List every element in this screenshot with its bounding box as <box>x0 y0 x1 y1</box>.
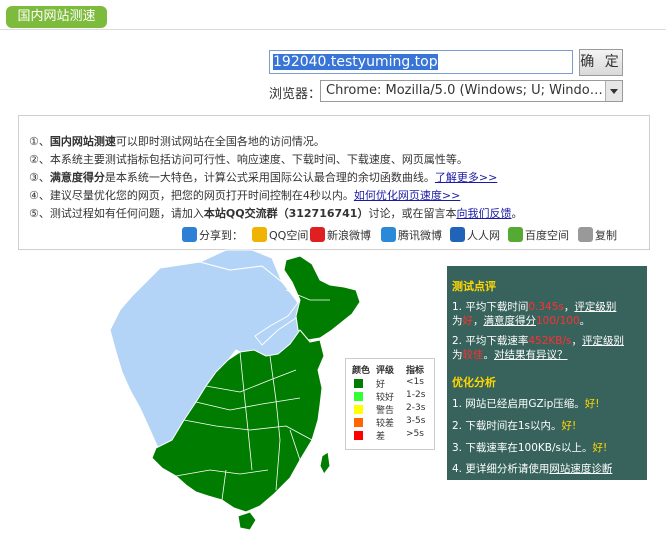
legend-index: <1s <box>406 377 424 387</box>
review-text: 为 <box>452 315 463 327</box>
review-text: 1. 平均下载时间 <box>452 301 529 313</box>
analysis-text: 3. 下载速率在100KB/s以上。 <box>452 442 593 454</box>
review-text: ， <box>563 301 575 313</box>
analysis-line-2: 2. 下载时间在1s以内。好! <box>452 419 576 433</box>
rate-rating-value: 较佳 <box>462 349 484 361</box>
download-time-value: 0.345s <box>528 301 564 313</box>
review-line-3: 2. 平均下载速率452KB/s，评定级别 <box>452 334 624 348</box>
review-line-1: 1. 平均下载时间0.345s，评定级别 <box>452 300 616 314</box>
legend-header-index: 指标 <box>406 366 425 376</box>
legend-swatch <box>354 392 363 401</box>
analysis-ok: 好! <box>592 442 608 454</box>
review-text: 。 <box>483 349 495 361</box>
legend-level: 较好 <box>376 393 395 403</box>
review-text: ， <box>473 315 484 327</box>
legend-level: 警告 <box>376 406 395 416</box>
analysis-text: 1. 网站已经启用GZip压缩。 <box>452 398 585 410</box>
legend-swatch <box>354 418 363 427</box>
legend-header-color: 颜色 <box>352 366 371 376</box>
speed-diagnosis-link[interactable]: 网站速度诊断 <box>549 463 612 475</box>
legend-level: 差 <box>376 432 386 442</box>
legend-index: >5s <box>406 429 424 439</box>
legend-index: 1-2s <box>406 390 426 400</box>
analysis-ok: 好! <box>561 420 577 432</box>
dispute-link[interactable]: 对结果有异议？ <box>494 349 568 361</box>
legend-index: 2-3s <box>406 403 426 413</box>
analysis-line-3: 3. 下载速率在100KB/s以上。好! <box>452 441 607 455</box>
satisfaction-score: 100/100 <box>536 315 580 327</box>
legend-level: 好 <box>376 380 386 390</box>
legend-row: 警告 2-3s <box>346 403 434 416</box>
analysis-text: 4. 更详细分析请使用 <box>452 463 550 475</box>
rating-link[interactable]: 评定级别 <box>582 335 624 347</box>
legend-row: 差 >5s <box>346 429 434 442</box>
map-region-hainan-tested <box>237 511 257 531</box>
legend-swatch <box>354 405 363 414</box>
legend-header-level: 评级 <box>376 366 395 376</box>
legend-row: 较好 1-2s <box>346 390 434 403</box>
analysis-line-4: 4. 更详细分析请使用网站速度诊断 <box>452 462 612 476</box>
analysis-line-1: 1. 网站已经启用GZip压缩。好! <box>452 397 600 411</box>
rating-link[interactable]: 评定级别 <box>574 301 616 313</box>
result-panel: 测试点评 1. 平均下载时间0.345s，评定级别 为好，满意度得分100/10… <box>447 266 647 480</box>
review-line-2: 为好，满意度得分100/100。 <box>452 314 590 328</box>
review-text: 2. 平均下载速率 <box>452 335 529 347</box>
legend-row: 较差 3-5s <box>346 416 434 429</box>
legend-level: 较差 <box>376 419 395 429</box>
download-rate-value: 452KB/s <box>528 335 572 347</box>
legend-swatch <box>354 379 363 388</box>
analysis-ok: 好! <box>584 398 600 410</box>
legend-swatch <box>354 431 363 440</box>
map-legend: 颜色 评级 指标 好 <1s 较好 1-2s 警告 2-3s 较差 3-5s 差 >5s <box>345 358 435 450</box>
analysis-heading: 优化分析 <box>452 376 496 389</box>
legend-row: 好 <1s <box>346 377 434 390</box>
review-text: 。 <box>579 315 591 327</box>
satisfaction-link[interactable]: 满意度得分 <box>484 315 537 327</box>
legend-index: 3-5s <box>406 416 426 426</box>
analysis-text: 2. 下载时间在1s以内。 <box>452 420 562 432</box>
review-heading: 测试点评 <box>452 280 496 293</box>
map-region-taiwan-tested <box>319 451 331 475</box>
rating-value: 好 <box>462 315 474 327</box>
review-text: 为 <box>452 349 463 361</box>
review-line-4: 为较佳。对结果有异议？ <box>452 348 568 362</box>
review-text: ， <box>571 335 583 347</box>
